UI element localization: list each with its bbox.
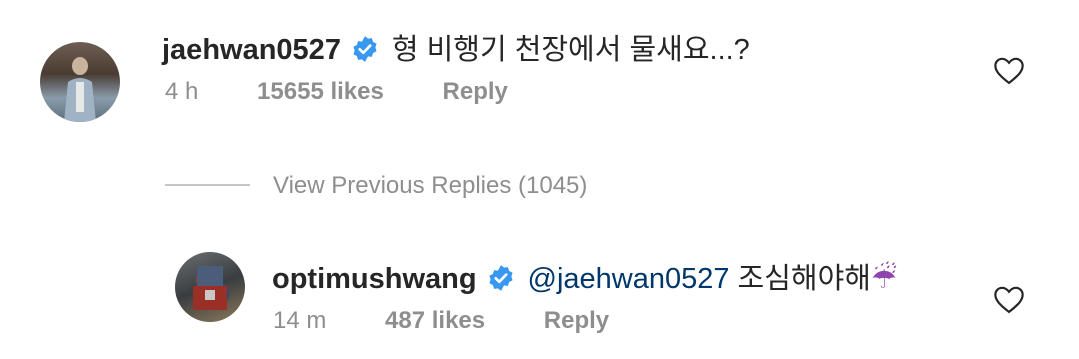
comment-2-reply-button[interactable]: Reply [544,307,609,334]
verified-badge-icon [487,264,515,297]
avatar-optimushwang[interactable] [175,252,245,322]
comment-2-text: 조심해야해 [729,263,871,295]
comment-2-likes[interactable]: 487 likes [385,307,485,334]
comment-2-mention[interactable]: @jaehwan0527 [528,263,730,295]
comment-1-likes[interactable]: 15655 likes [257,78,384,105]
comment-1-meta: 4 h 15655 likes Reply [165,78,560,106]
avatar-image [64,57,96,122]
umbrella-emoji-icon: ☔ [870,263,897,295]
avatar-jaehwan0527[interactable] [40,42,120,122]
heart-icon[interactable] [992,55,1026,85]
view-previous-replies-button[interactable]: View Previous Replies (1045) [273,172,587,200]
comment-1-username[interactable]: jaehwan0527 [162,34,341,66]
comment-2-meta: 14 m 487 likes Reply [273,307,661,335]
heart-icon[interactable] [992,284,1026,314]
comment-2-body: optimushwang @jaehwan0527 조심해야해☔ [272,255,897,300]
comment-1-time: 4 h [165,78,199,105]
replies-divider [165,184,250,186]
comment-1-text: 형 비행기 천장에서 물새요...? [391,34,750,66]
avatar-image [193,266,227,310]
verified-badge-icon [351,35,379,68]
comment-1-body: jaehwan0527 형 비행기 천장에서 물새요...? [162,26,750,71]
comment-1-reply-button[interactable]: Reply [443,78,508,105]
comment-2-time: 14 m [273,307,327,334]
comment-2-username[interactable]: optimushwang [272,263,477,295]
